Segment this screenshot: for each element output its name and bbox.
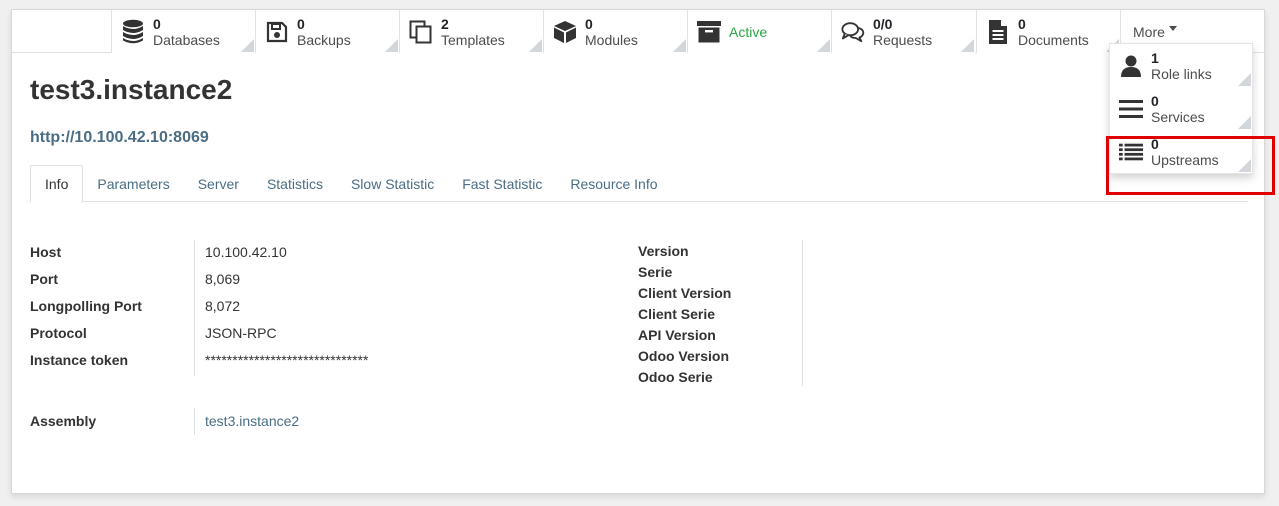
database-icon (121, 18, 145, 46)
record-title: test3.instance2 (30, 74, 233, 105)
field-row-odoo-version: Odoo Version (638, 345, 802, 366)
longpolling-port-value: 8,072 (205, 297, 241, 314)
api-version-label: API Version (638, 326, 716, 343)
upstreams-count: 0 (1151, 135, 1159, 152)
field-row-client-version: Client Version (638, 282, 802, 303)
field-row-host: Host 10.100.42.10 (30, 238, 368, 265)
field-row-serie: Serie (638, 261, 802, 282)
copy-icon (409, 18, 433, 46)
assembly-label: Assembly (30, 412, 97, 429)
smart-button-box: 0 Databases 0 Backups 2 Templates 0 Modu… (12, 10, 1266, 53)
field-row-client-serie: Client Serie (638, 303, 802, 324)
templates-label: Templates (441, 31, 505, 48)
comments-icon (841, 18, 865, 46)
floppy-disk-icon (265, 18, 289, 46)
instance-token-value: ****************************** (205, 351, 369, 368)
services-button[interactable]: 0 Services (1110, 87, 1252, 130)
serie-label: Serie (638, 263, 673, 280)
upstreams-label: Upstreams (1151, 151, 1219, 168)
left-group-divider (194, 240, 195, 376)
instance-token-label: Instance token (30, 351, 129, 368)
field-row-odoo-serie: Odoo Serie (638, 366, 802, 387)
templates-count: 2 (441, 15, 449, 32)
client-serie-label: Client Serie (638, 305, 716, 322)
tab-slow-statistic[interactable]: Slow Statistic (337, 165, 448, 202)
tab-fast-statistic[interactable]: Fast Statistic (448, 165, 556, 202)
host-label: Host (30, 243, 62, 260)
field-row-version: Version (638, 240, 802, 261)
backups-label: Backups (297, 31, 351, 48)
protocol-value: JSON-RPC (205, 324, 277, 341)
tab-info[interactable]: Info (30, 165, 84, 203)
role-links-label: Role links (1151, 65, 1212, 82)
backups-button[interactable]: 0 Backups (255, 10, 399, 53)
host-value: 10.100.42.10 (205, 243, 287, 260)
info-fields-left: Host 10.100.42.10 Port 8,069 Longpolling… (30, 238, 368, 373)
documents-count: 0 (1018, 15, 1026, 32)
odoo-serie-label: Odoo Serie (638, 368, 713, 385)
bars-icon (1119, 95, 1143, 123)
upstreams-button[interactable]: 0 Upstreams (1110, 130, 1252, 173)
field-row-protocol: Protocol JSON-RPC (30, 319, 368, 346)
databases-button[interactable]: 0 Databases (111, 10, 255, 53)
databases-count: 0 (153, 15, 161, 32)
modules-label: Modules (585, 31, 638, 48)
requests-count: 0/0 (873, 15, 893, 32)
field-row-port: Port 8,069 (30, 265, 368, 292)
client-version-label: Client Version (638, 284, 732, 301)
port-label: Port (30, 270, 58, 287)
documents-button[interactable]: 0 Documents (976, 10, 1120, 53)
assembly-divider (194, 408, 195, 435)
odoo-version-label: Odoo Version (638, 347, 730, 364)
services-count: 0 (1151, 92, 1159, 109)
tab-server[interactable]: Server (184, 165, 253, 202)
documents-label: Documents (1018, 31, 1089, 48)
more-dropdown-menu: 1 Role links 0 Services 0 Upstreams (1109, 43, 1253, 174)
protocol-label: Protocol (30, 324, 87, 341)
field-row-api-version: API Version (638, 324, 802, 345)
field-row-longpolling-port: Longpolling Port 8,072 (30, 292, 368, 319)
list-icon (1119, 138, 1143, 166)
version-label: Version (638, 242, 689, 259)
templates-button[interactable]: 2 Templates (399, 10, 543, 53)
more-label: More (1133, 23, 1165, 40)
instance-url-link[interactable]: http://10.100.42.10:8069 (30, 129, 209, 147)
info-fields-right: Version Serie Client Version Client Seri… (638, 240, 802, 387)
tab-statistics[interactable]: Statistics (253, 165, 337, 202)
role-links-count: 1 (1151, 49, 1159, 66)
modules-button[interactable]: 0 Modules (543, 10, 687, 53)
field-row-instance-token: Instance token *************************… (30, 346, 368, 373)
active-toggle-button[interactable]: Active (687, 10, 831, 53)
form-sheet: 0 Databases 0 Backups 2 Templates 0 Modu… (11, 9, 1266, 494)
file-text-icon (986, 18, 1010, 46)
tab-resource-info[interactable]: Resource Info (556, 165, 671, 202)
role-links-button[interactable]: 1 Role links (1110, 44, 1252, 87)
assembly-field: Assembly test3.instance2 (30, 407, 299, 434)
notebook-tabs: Info Parameters Server Statistics Slow S… (30, 165, 1248, 203)
caret-down-icon (1168, 26, 1177, 31)
modules-count: 0 (585, 15, 593, 32)
longpolling-port-label: Longpolling Port (30, 297, 142, 314)
backups-count: 0 (297, 15, 305, 32)
requests-button[interactable]: 0/0 Requests (831, 10, 975, 53)
tab-parameters[interactable]: Parameters (83, 165, 183, 202)
right-group-divider (802, 240, 803, 386)
databases-label: Databases (153, 31, 220, 48)
cube-icon (553, 18, 577, 46)
active-status: Active (729, 23, 768, 40)
port-value: 8,069 (205, 270, 241, 287)
field-row-assembly: Assembly test3.instance2 (30, 407, 299, 434)
user-icon (1119, 52, 1143, 80)
requests-label: Requests (873, 31, 933, 48)
archive-icon (697, 18, 721, 46)
assembly-link[interactable]: test3.instance2 (205, 413, 299, 429)
services-label: Services (1151, 108, 1205, 125)
